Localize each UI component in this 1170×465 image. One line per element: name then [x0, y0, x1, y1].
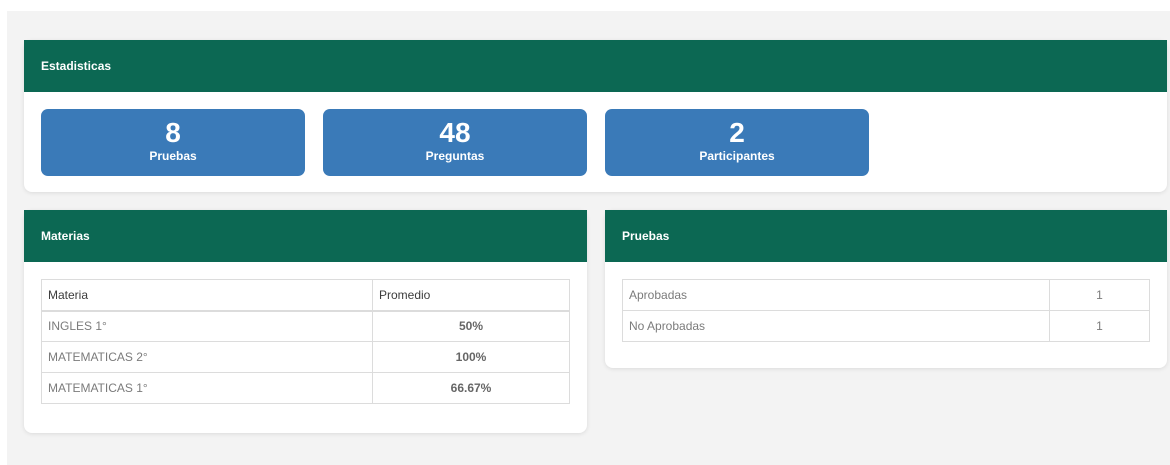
tests-title: Pruebas	[622, 229, 670, 243]
stat-label: Participantes	[699, 149, 775, 163]
subject-name: INGLES 1°	[41, 310, 373, 342]
table-row: MATEMATICAS 2° 100%	[41, 341, 570, 373]
subjects-title: Materias	[41, 229, 90, 243]
test-status-count: 1	[1049, 310, 1150, 342]
statistics-card: Estadisticas 8 Pruebas 48 Preguntas 2 Pa…	[24, 40, 1167, 192]
stat-card-tests[interactable]: 8 Pruebas	[41, 109, 305, 176]
table-row: Aprobadas 1	[622, 279, 1150, 311]
tests-header: Pruebas	[605, 210, 1167, 262]
subjects-header: Materias	[24, 210, 587, 262]
statistics-title: Estadisticas	[41, 59, 112, 73]
statistics-header: Estadisticas	[24, 40, 1167, 92]
table-row: INGLES 1° 50%	[41, 310, 570, 342]
test-status-label: No Aprobadas	[622, 310, 1050, 342]
subject-average: 50%	[372, 310, 570, 342]
stat-value: 48	[439, 117, 471, 148]
table-header-row: Materia Promedio	[41, 279, 570, 312]
column-header-average: Promedio	[372, 279, 570, 312]
subjects-table: Materia Promedio INGLES 1° 50% MATEMATIC…	[41, 279, 570, 404]
stat-value: 2	[729, 117, 745, 148]
tests-table: Aprobadas 1 No Aprobadas 1	[622, 279, 1150, 342]
column-header-subject: Materia	[41, 279, 373, 312]
stat-card-questions[interactable]: 48 Preguntas	[323, 109, 587, 176]
stat-card-participants[interactable]: 2 Participantes	[605, 109, 869, 176]
subject-average: 66.67%	[372, 372, 570, 404]
tests-card: Pruebas Aprobadas 1 No Aprobadas 1	[605, 210, 1167, 368]
table-row: No Aprobadas 1	[622, 310, 1150, 342]
subjects-card: Materias Materia Promedio INGLES 1° 50% …	[24, 210, 587, 433]
subject-name: MATEMATICAS 2°	[41, 341, 373, 373]
subject-average: 100%	[372, 341, 570, 373]
stat-value: 8	[165, 117, 181, 148]
test-status-label: Aprobadas	[622, 279, 1050, 311]
test-status-count: 1	[1049, 279, 1150, 311]
table-row: MATEMATICAS 1° 66.67%	[41, 372, 570, 404]
stat-label: Preguntas	[425, 149, 485, 163]
subject-name: MATEMATICAS 1°	[41, 372, 373, 404]
stat-label: Pruebas	[149, 149, 197, 163]
